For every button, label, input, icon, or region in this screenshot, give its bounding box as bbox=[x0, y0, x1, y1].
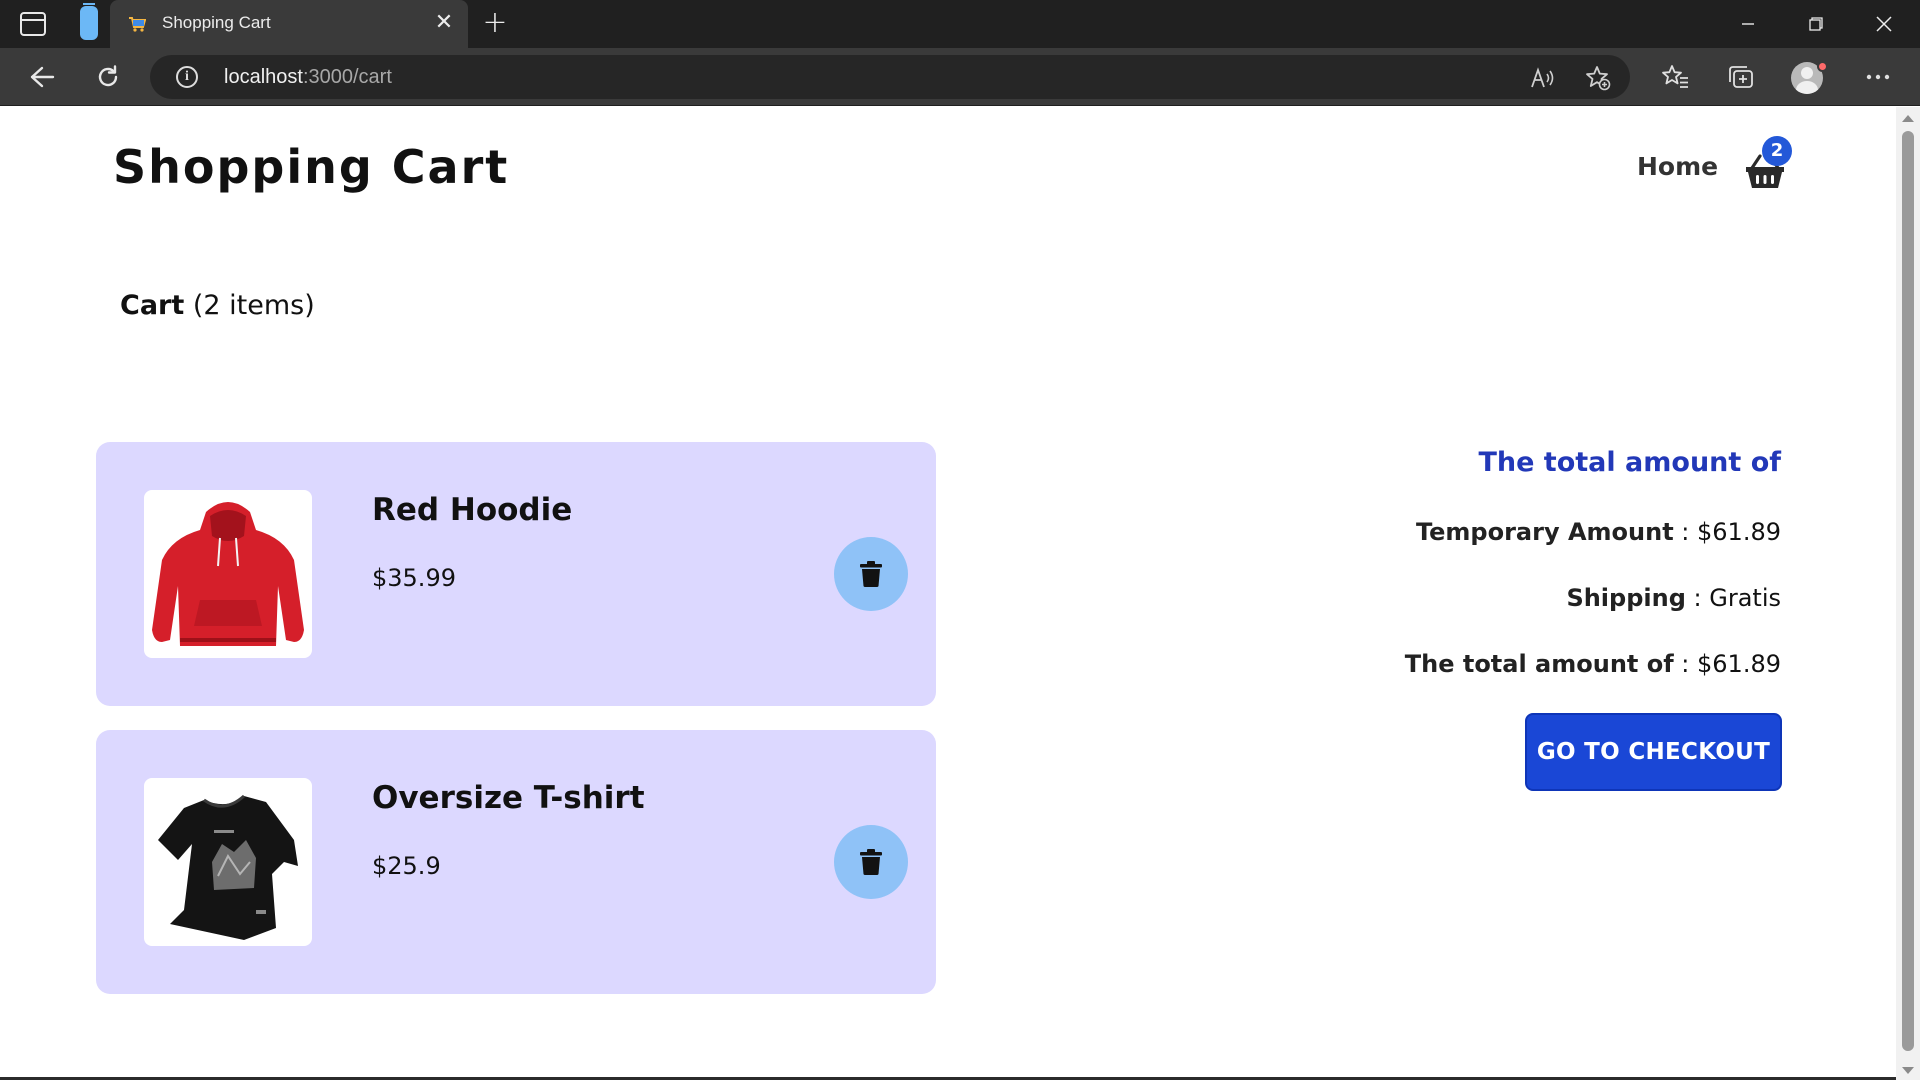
page-scrollbar[interactable] bbox=[1896, 107, 1920, 1080]
delete-item-button[interactable] bbox=[834, 825, 908, 899]
plus-icon[interactable]: + bbox=[482, 8, 508, 38]
shipping-line: Shipping : Gratis bbox=[1566, 584, 1781, 612]
add-favorite-icon[interactable] bbox=[1585, 65, 1611, 91]
scroll-down-arrow[interactable] bbox=[1902, 1067, 1914, 1074]
trash-icon bbox=[860, 561, 882, 587]
read-aloud-icon[interactable] bbox=[1530, 65, 1556, 91]
cart-label: Cart bbox=[120, 290, 185, 321]
browser-tab-bar: Shopping Cart ✕ + bbox=[0, 0, 1920, 48]
cart-item-count: (2 items) bbox=[192, 290, 315, 321]
favorites-icon[interactable] bbox=[1657, 59, 1693, 95]
summary-title: The total amount of bbox=[1478, 447, 1781, 478]
close-window-icon[interactable] bbox=[1850, 0, 1918, 48]
temporary-amount: Temporary Amount : $61.89 bbox=[1415, 518, 1781, 546]
total-amount: The total amount of : $61.89 bbox=[1404, 650, 1781, 678]
back-icon[interactable] bbox=[24, 59, 60, 95]
cart-item: Red Hoodie $35.99 bbox=[96, 442, 936, 706]
workspaces-icon[interactable] bbox=[80, 3, 98, 40]
item-name: Oversize T-shirt bbox=[372, 780, 645, 816]
refresh-icon[interactable] bbox=[90, 59, 126, 95]
close-icon[interactable]: ✕ bbox=[434, 12, 454, 34]
item-name: Red Hoodie bbox=[372, 492, 573, 528]
site-title: Shopping Cart bbox=[113, 140, 510, 194]
tab-actions-icon[interactable] bbox=[20, 12, 46, 36]
tab-title: Shopping Cart bbox=[162, 13, 271, 32]
cart-count-badge: 2 bbox=[1762, 136, 1792, 166]
more-icon[interactable] bbox=[1860, 59, 1896, 95]
collections-icon[interactable] bbox=[1723, 59, 1759, 95]
checkout-button[interactable]: GO TO CHECKOUT bbox=[1525, 713, 1782, 791]
minimize-icon[interactable] bbox=[1714, 0, 1782, 48]
address-bar[interactable]: i localhost:3000/cart bbox=[150, 55, 1630, 99]
oversize-tshirt-image bbox=[144, 778, 312, 946]
item-price: $35.99 bbox=[372, 564, 456, 592]
item-price: $25.9 bbox=[372, 852, 441, 880]
cart-favicon bbox=[129, 17, 146, 32]
cart-item: Oversize T-shirt $25.9 bbox=[96, 730, 936, 994]
red-hoodie-image bbox=[144, 490, 312, 658]
scroll-up-arrow[interactable] bbox=[1902, 115, 1914, 122]
browser-tab[interactable]: Shopping Cart ✕ bbox=[110, 0, 468, 48]
cart-heading: Cart (2 items) bbox=[120, 290, 315, 321]
address-bar-row: i localhost:3000/cart bbox=[0, 48, 1920, 106]
home-link[interactable]: Home bbox=[1637, 152, 1718, 181]
page-content: Shopping Cart Home 2 Cart (2 items) Red … bbox=[0, 107, 1896, 1080]
scroll-thumb[interactable] bbox=[1902, 131, 1914, 1051]
delete-item-button[interactable] bbox=[834, 537, 908, 611]
url-text[interactable]: localhost:3000/cart bbox=[224, 66, 392, 89]
restore-icon[interactable] bbox=[1782, 0, 1850, 48]
notification-dot bbox=[1817, 61, 1828, 72]
info-icon[interactable]: i bbox=[176, 66, 198, 88]
trash-icon bbox=[860, 849, 882, 875]
